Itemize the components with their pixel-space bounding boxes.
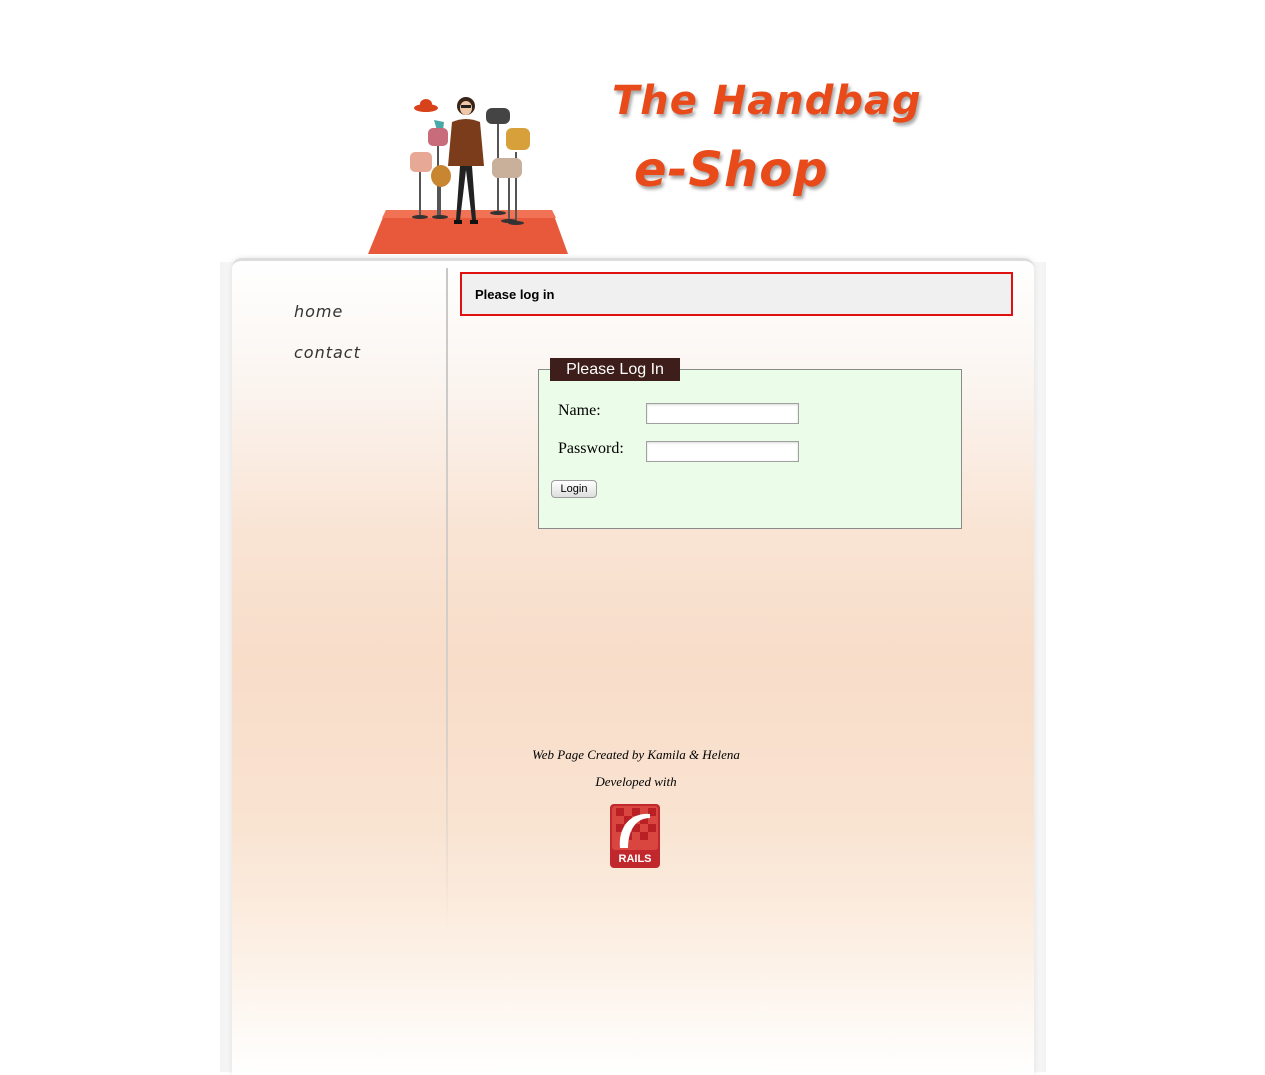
notice-text: Please log in — [475, 287, 555, 302]
site-title-line-1: The Handbag — [612, 78, 922, 124]
login-notice: Please log in — [460, 272, 1013, 316]
sidebar-divider — [446, 268, 448, 928]
login-button[interactable]: Login — [551, 480, 597, 498]
password-label: Password: — [558, 440, 624, 457]
site-header: The Handbag e-Shop — [0, 0, 1265, 258]
login-legend: Please Log In — [550, 358, 680, 381]
name-input[interactable] — [646, 403, 799, 424]
sidebar-item-contact[interactable]: contact — [294, 343, 361, 362]
footer-developed-with: Developed with — [595, 774, 677, 789]
site-title-line-2: e-Shop — [634, 142, 829, 198]
sidebar-item-home[interactable]: home — [294, 302, 343, 321]
shop-illustration — [368, 97, 568, 254]
rails-logo[interactable]: RAILS — [610, 804, 660, 868]
password-input[interactable] — [646, 441, 799, 462]
footer-credit: Web Page Created by Kamila & Helena — [532, 747, 740, 762]
name-label: Name: — [558, 402, 601, 419]
rails-logo-text: RAILS — [619, 853, 652, 865]
